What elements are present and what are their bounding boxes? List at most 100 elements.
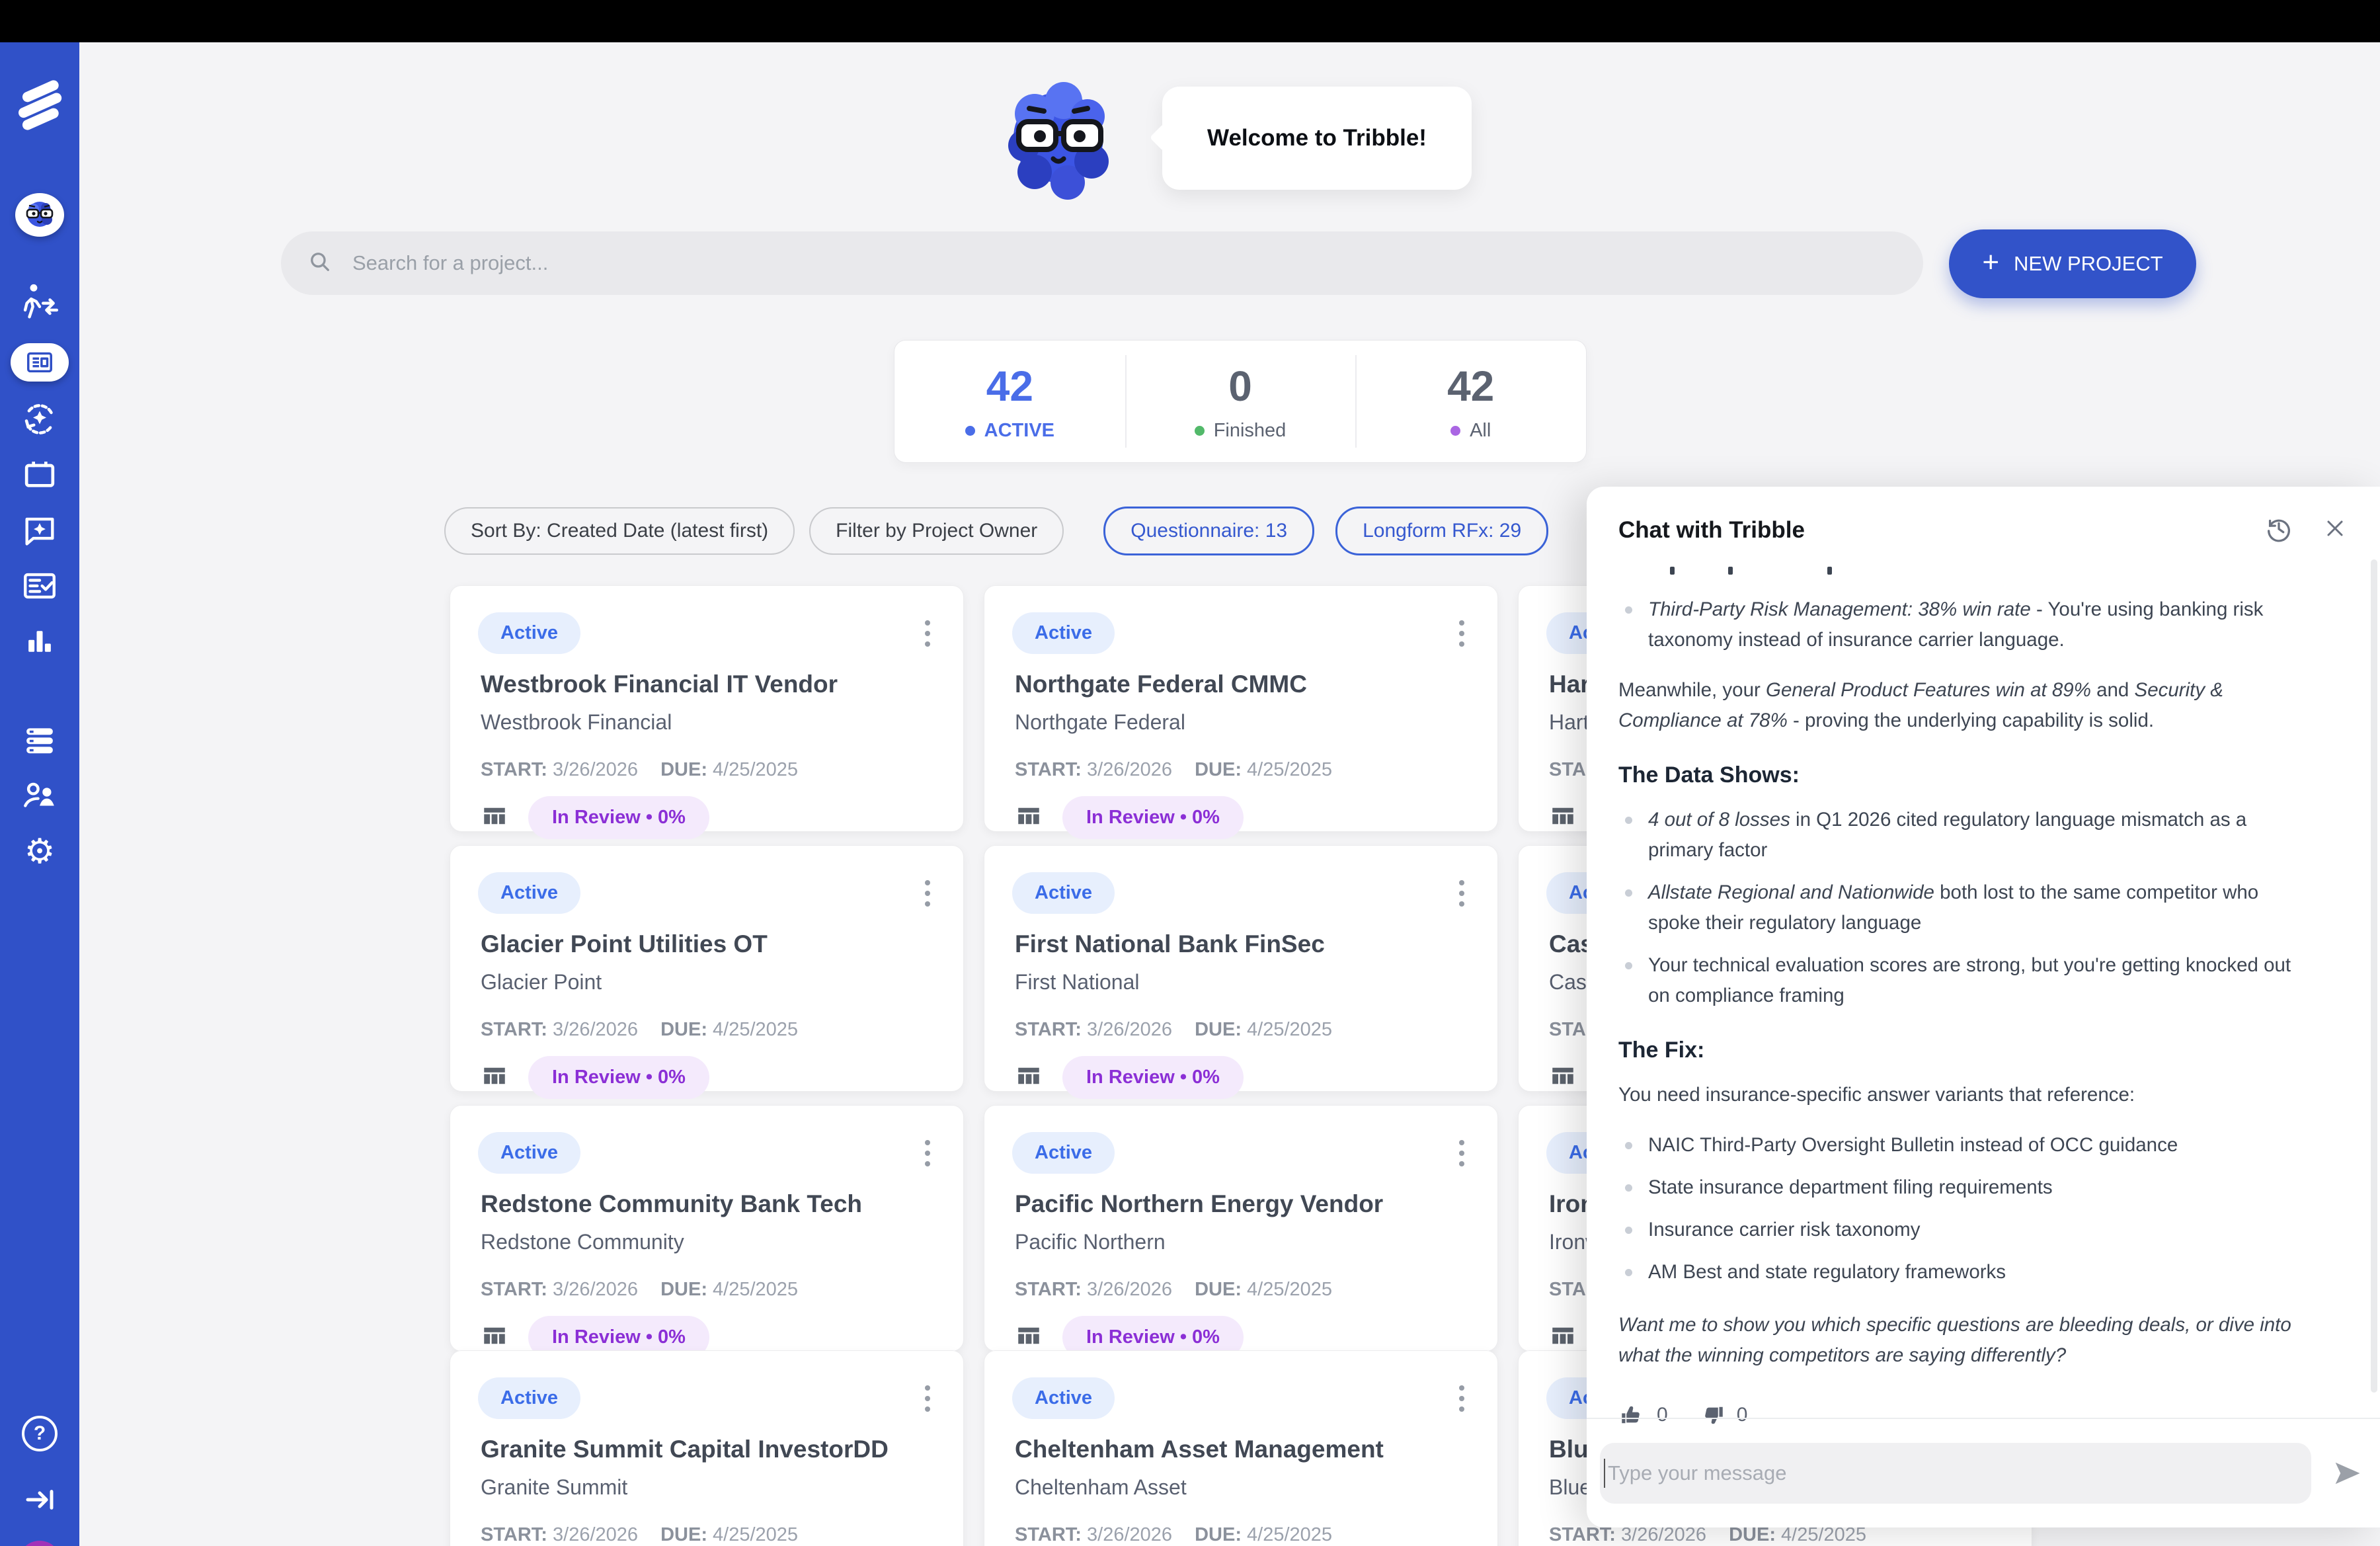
chat-history-icon[interactable] — [2264, 513, 2294, 547]
data-stack-icon[interactable] — [0, 714, 79, 767]
project-dates: START: 3/26/2026 DUE: 4/25/2025 — [481, 759, 798, 781]
project-card[interactable]: Active Northgate Federal CMMC Northgate … — [984, 585, 1498, 832]
calendar-icon[interactable] — [0, 448, 79, 501]
filter-bar: Sort By: Created Date (latest first) Fil… — [444, 507, 1548, 555]
collapse-icon[interactable] — [0, 1473, 79, 1526]
project-title: Pacific Northern Energy Vendor — [1015, 1190, 1383, 1218]
filter-chip[interactable]: Questionnaire: 13 — [1103, 507, 1314, 555]
project-dates: START: 3/26/2026 DUE: 4/25/2025 — [1015, 1279, 1332, 1301]
project-dates: START: 3/26/2026 DUE: 4/25/2025 — [481, 1279, 798, 1301]
project-card[interactable]: Active Cheltenham Asset Management Chelt… — [984, 1350, 1498, 1546]
chat-scrollbar[interactable] — [2371, 559, 2377, 1393]
mascot-avatar-icon[interactable] — [0, 185, 79, 245]
analytics-icon[interactable] — [0, 615, 79, 668]
text-caret — [1604, 1459, 1605, 1488]
chat-sparkle-icon[interactable] — [0, 504, 79, 557]
filter-chip[interactable]: Longform RFx: 29 — [1335, 507, 1548, 555]
project-client: Cheltenham Asset — [1015, 1475, 1187, 1500]
projects-icon-active[interactable] — [0, 336, 79, 389]
card-menu-button[interactable] — [1455, 616, 1468, 651]
chat-bullet: Insurance carrier risk taxonomy — [1618, 1215, 2307, 1245]
table-icon — [1549, 1322, 1577, 1353]
status-badge: Active — [478, 872, 580, 914]
review-checklist-icon[interactable] — [0, 559, 79, 612]
chat-input-box[interactable] — [1600, 1443, 2311, 1504]
stat-dot — [1195, 426, 1205, 436]
project-client: Westbrook Financial — [481, 710, 672, 735]
card-menu-button[interactable] — [921, 1136, 934, 1170]
help-icon[interactable]: ? — [0, 1407, 79, 1460]
chat-bullet: Allstate Regional and Nationwide both lo… — [1618, 877, 2307, 938]
stat-tab[interactable]: 0 Finished — [1125, 341, 1356, 462]
table-icon — [1549, 802, 1577, 833]
user-avatar[interactable]: TK — [0, 1535, 79, 1546]
search-input[interactable] — [351, 251, 1808, 276]
project-dates: START: 3/26/2026 DUE: 4/25/2025 — [1015, 1524, 1332, 1546]
status-badge: Active — [1012, 872, 1115, 914]
filter-chip[interactable]: Sort By: Created Date (latest first) — [444, 507, 795, 555]
stat-tab[interactable]: 42 ACTIVE — [894, 341, 1125, 462]
project-title: Redstone Community Bank Tech — [481, 1190, 862, 1218]
handoff-icon[interactable] — [0, 275, 79, 328]
chat-heading-data-shows: The Data Shows: — [1618, 760, 2307, 790]
project-card[interactable]: Active Redstone Community Bank Tech Reds… — [450, 1105, 964, 1352]
table-icon — [1015, 1322, 1043, 1353]
stat-dot — [1450, 426, 1460, 436]
search-icon — [306, 248, 334, 279]
status-badge: Active — [478, 612, 580, 654]
project-title: Granite Summit Capital InvestorDD — [481, 1436, 889, 1463]
project-search[interactable] — [281, 231, 1923, 295]
chat-bullet: Your technical evaluation scores are str… — [1618, 950, 2307, 1011]
chat-heading-fix: The Fix: — [1618, 1035, 2307, 1065]
project-title: Westbrook Financial IT Vendor — [481, 671, 838, 698]
project-dates: START: 3/26/2026 DUE: 4/25/2025 — [481, 1524, 798, 1546]
chat-message-input[interactable] — [1606, 1461, 2204, 1486]
stat-tab[interactable]: 42 All — [1355, 341, 1586, 462]
project-card[interactable]: Active First National Bank FinSec First … — [984, 845, 1498, 1092]
chat-bullet: NAIC Third-Party Oversight Bulletin inst… — [1618, 1130, 2307, 1160]
app-root: ⚙ ? TK — [0, 0, 2380, 1546]
project-client: Redstone Community — [481, 1230, 684, 1254]
project-client: Glacier Point — [481, 970, 602, 995]
project-client: Granite Summit — [481, 1475, 627, 1500]
project-title: Cheltenham Asset Management — [1015, 1436, 1384, 1463]
card-menu-button[interactable] — [921, 616, 934, 651]
chat-message: Third-Party Risk Management: 38% win rat… — [1587, 553, 2380, 1430]
project-title: First National Bank FinSec — [1015, 930, 1325, 958]
new-project-button[interactable]: + NEW PROJECT — [1949, 229, 2196, 298]
team-icon[interactable] — [0, 770, 79, 823]
card-menu-button[interactable] — [1455, 1136, 1468, 1170]
chat-composer — [1587, 1418, 2380, 1527]
chat-title: Chat with Tribble — [1618, 517, 2264, 544]
project-card[interactable]: Active Glacier Point Utilities OT Glacie… — [450, 845, 964, 1092]
sync-sparkle-icon[interactable] — [0, 393, 79, 446]
review-progress-badge: In Review • 0% — [528, 1056, 709, 1099]
project-title: Glacier Point Utilities OT — [481, 930, 768, 958]
chat-bullet: State insurance department filing requir… — [1618, 1172, 2307, 1203]
project-dates: START: 3/26/2026 DUE: 4/25/2025 — [1015, 759, 1332, 781]
card-menu-button[interactable] — [921, 1381, 934, 1416]
send-icon[interactable] — [2330, 1456, 2364, 1490]
stat-dot — [965, 426, 975, 436]
project-dates: START: 3/26/2026 DUE: 4/25/2025 — [481, 1019, 798, 1041]
project-client: Northgate Federal — [1015, 710, 1185, 735]
project-client: Pacific Northern — [1015, 1230, 1166, 1254]
project-card[interactable]: Active Westbrook Financial IT Vendor Wes… — [450, 585, 964, 832]
card-menu-button[interactable] — [1455, 1381, 1468, 1416]
tribble-logo-icon[interactable] — [0, 73, 79, 139]
table-icon — [481, 802, 508, 833]
table-icon — [1549, 1062, 1577, 1093]
card-menu-button[interactable] — [1455, 876, 1468, 911]
filter-chip[interactable]: Filter by Project Owner — [809, 507, 1064, 555]
project-dates: START: 3/26/2026 DUE: 4/25/2025 — [1015, 1019, 1332, 1041]
project-title: Northgate Federal CMMC — [1015, 671, 1307, 698]
review-progress-badge: In Review • 0% — [1062, 796, 1244, 839]
table-icon — [1015, 802, 1043, 833]
welcome-text: Welcome to Tribble! — [1207, 125, 1427, 151]
project-card[interactable]: Active Pacific Northern Energy Vendor Pa… — [984, 1105, 1498, 1352]
chat-header: Chat with Tribble — [1587, 487, 2380, 553]
settings-icon[interactable]: ⚙ — [0, 825, 79, 878]
project-card[interactable]: Active Granite Summit Capital InvestorDD… — [450, 1350, 964, 1546]
chat-close-icon[interactable] — [2322, 515, 2348, 545]
card-menu-button[interactable] — [921, 876, 934, 911]
